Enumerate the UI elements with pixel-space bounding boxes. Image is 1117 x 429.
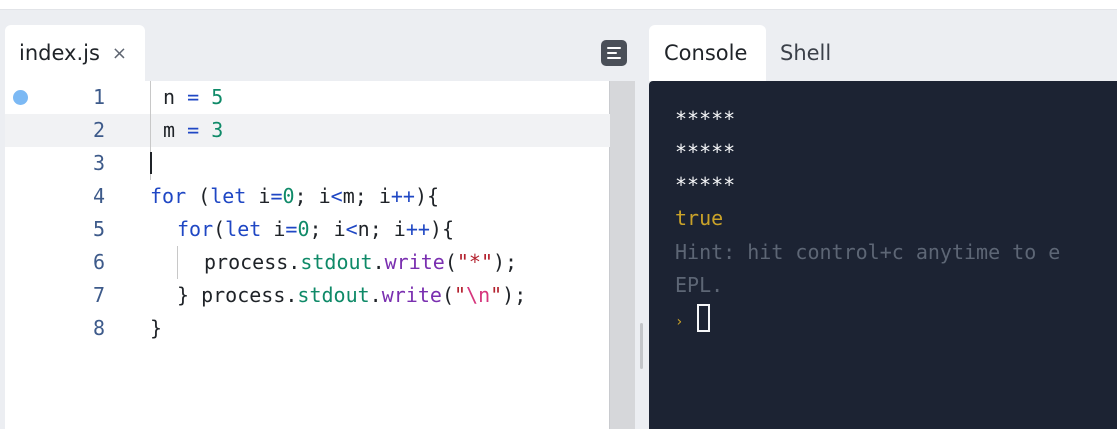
line-number: 1 (92, 85, 105, 109)
tab-shell[interactable]: Shell (766, 25, 846, 81)
code-line-2: m = 3 (163, 118, 224, 142)
editor-tab-bar: index.js × (5, 25, 635, 81)
indent-guide (177, 246, 178, 279)
close-icon[interactable]: × (112, 43, 127, 64)
top-bar (0, 0, 1117, 10)
editor-scrollbar[interactable] (610, 81, 635, 429)
console-output[interactable]: ***** ***** ***** true Hint: hit control… (649, 81, 1117, 429)
console-output-line: ***** (675, 107, 736, 131)
code-line-7: } process.stdout.write("\n"); (177, 283, 527, 307)
tab-label: index.js (19, 41, 100, 65)
format-icon[interactable] (601, 40, 627, 66)
line-number: 6 (92, 250, 105, 274)
code-line-4: for (let i=0; i<m; i++){ (150, 184, 440, 208)
line-number: 4 (92, 184, 105, 208)
tab-console[interactable]: Console (649, 25, 766, 81)
console-hint: Hint: hit control+c anytime to e (675, 240, 1061, 264)
line-number: 7 (92, 283, 105, 307)
line-number: 2 (92, 118, 105, 142)
code-line-6: process.stdout.write("*"); (204, 250, 518, 274)
code-editor[interactable]: 1 2 3 4 5 6 7 8 n = 5 m = 3 for (let i=0… (5, 81, 635, 429)
line-number: 5 (92, 217, 105, 241)
code-line-1: n = 5 (163, 85, 224, 109)
console-hint-continued: EPL. (675, 273, 724, 297)
pane-resize-handle[interactable] (640, 323, 643, 369)
input-caret (697, 304, 711, 332)
console-result: true (675, 206, 724, 230)
code-line-5: for(let i=0; i<n; i++){ (177, 217, 455, 241)
console-pane: Console Shell ***** ***** ***** true Hin… (649, 25, 1117, 429)
breakpoint-icon[interactable] (13, 90, 28, 105)
code-line-3 (150, 147, 152, 180)
line-number: 3 (92, 151, 105, 175)
console-output-line: ***** (675, 173, 736, 197)
editor-pane: index.js × 1 2 3 4 5 6 7 8 n = 5 m = 3 f… (5, 25, 635, 429)
prompt-chevron-icon: › (675, 314, 684, 330)
console-prompt[interactable]: › (675, 303, 711, 336)
line-number: 8 (92, 316, 105, 340)
tab-index-js[interactable]: index.js × (5, 25, 145, 81)
text-cursor (150, 152, 152, 174)
code-line-8: } (150, 316, 163, 340)
console-output-line: ***** (675, 140, 736, 164)
